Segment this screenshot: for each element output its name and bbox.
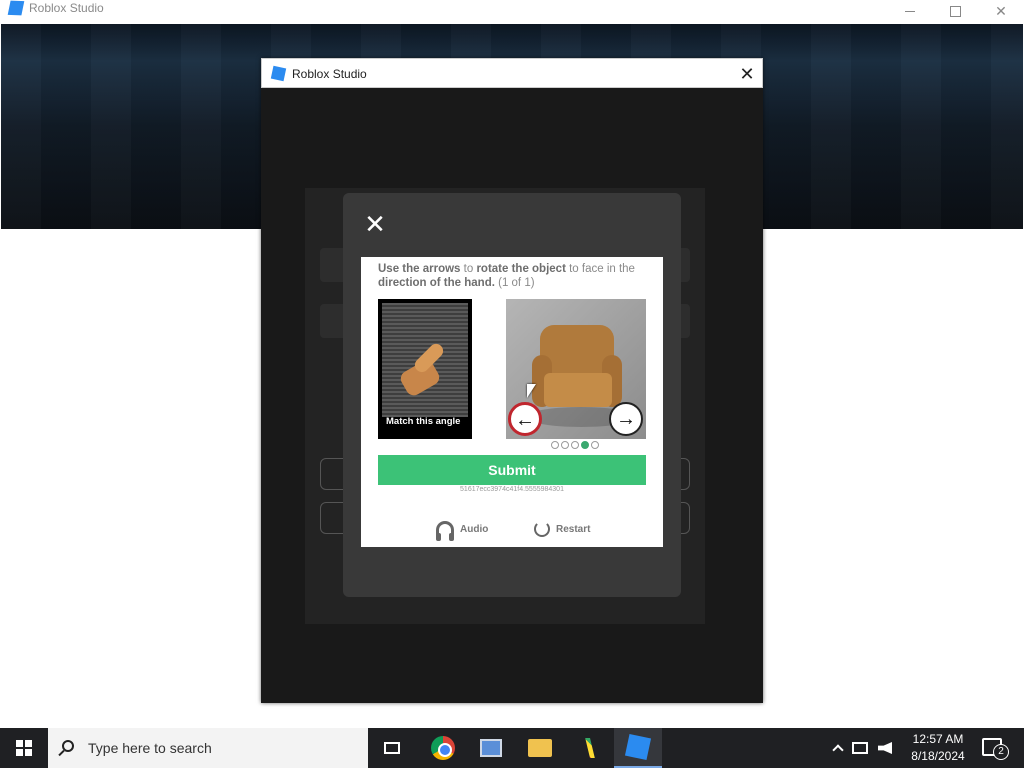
task-view-button[interactable]: [368, 728, 416, 768]
clock-time: 12:57 AM: [912, 732, 964, 746]
chevron-up-icon[interactable]: [832, 744, 844, 756]
dialog-titlebar: Roblox Studio ✕: [261, 58, 763, 88]
pager-dot[interactable]: [581, 441, 589, 449]
chair-image: ← →: [506, 299, 646, 439]
maximize-button[interactable]: [932, 0, 978, 22]
dialog-title: Roblox Studio: [292, 67, 367, 81]
roblox-logo-icon: [270, 65, 287, 82]
reference-label: Match this angle: [386, 416, 461, 427]
chrome-taskbar-button[interactable]: [419, 728, 467, 768]
mouse-cursor: [527, 384, 536, 398]
folder-icon: [528, 739, 552, 757]
taskbar-clock[interactable]: 12:57 AM 8/18/2024: [906, 731, 970, 765]
file-explorer-taskbar-button[interactable]: [516, 728, 564, 768]
vscode-taskbar-button[interactable]: [566, 728, 614, 768]
captcha-card: Use the arrows to rotate the object to f…: [361, 257, 663, 547]
hand-icon: [382, 303, 468, 417]
captcha-modal: ✕ Use the arrows to rotate the object to…: [343, 193, 681, 597]
system-tray: [832, 728, 892, 768]
restart-icon: [534, 521, 550, 537]
notification-count: 2: [993, 744, 1009, 760]
task-view-icon: [384, 742, 400, 754]
volume-muted-icon[interactable]: [878, 742, 892, 754]
search-icon: [62, 740, 74, 752]
session-id: 51617ecc3974c41f4.5555984301: [460, 486, 564, 493]
network-icon[interactable]: [852, 742, 868, 754]
window-title: Roblox Studio: [29, 1, 104, 15]
windows-start-icon: [16, 740, 32, 756]
login-dialog: Roblox Studio ✕ ✕ Use the arrows to rota…: [261, 58, 763, 703]
roblox-studio-icon: [624, 733, 652, 761]
code-icon: [585, 738, 595, 758]
pager-dot[interactable]: [591, 441, 599, 449]
arrow-left-icon[interactable]: ←: [508, 402, 542, 436]
restart-label: Restart: [556, 523, 591, 535]
image-pager: [551, 441, 599, 449]
roblox-studio-taskbar-button[interactable]: [614, 728, 662, 768]
minimize-button[interactable]: [887, 0, 933, 22]
captcha-close-button[interactable]: ✕: [363, 211, 387, 237]
audio-label: Audio: [460, 523, 489, 535]
dialog-close-button[interactable]: ✕: [736, 63, 758, 85]
search-placeholder: Type here to search: [88, 740, 212, 756]
this-pc-taskbar-button[interactable]: [467, 728, 515, 768]
pager-dot[interactable]: [571, 441, 579, 449]
pc-icon: [480, 739, 502, 757]
reference-image: Match this angle: [378, 299, 472, 439]
roblox-logo-icon: [7, 0, 25, 16]
pager-dot[interactable]: [551, 441, 559, 449]
arrow-right-icon[interactable]: →: [609, 402, 643, 436]
taskbar: Type here to search 12:57 AM 8/18/2024 2: [0, 728, 1024, 768]
outer-window-titlebar: Roblox Studio ✕: [0, 0, 1024, 24]
close-window-button[interactable]: ✕: [978, 0, 1024, 22]
submit-button[interactable]: Submit: [378, 455, 646, 485]
audio-button[interactable]: Audio: [436, 521, 489, 541]
pager-dot[interactable]: [561, 441, 569, 449]
start-button[interactable]: [0, 728, 48, 768]
headphones-icon: [436, 521, 454, 541]
chrome-icon: [431, 736, 455, 760]
captcha-instruction: Use the arrows to rotate the object to f…: [378, 263, 635, 289]
restart-button[interactable]: Restart: [534, 521, 590, 537]
taskbar-search[interactable]: Type here to search: [48, 728, 368, 768]
clock-date: 8/18/2024: [911, 749, 965, 763]
